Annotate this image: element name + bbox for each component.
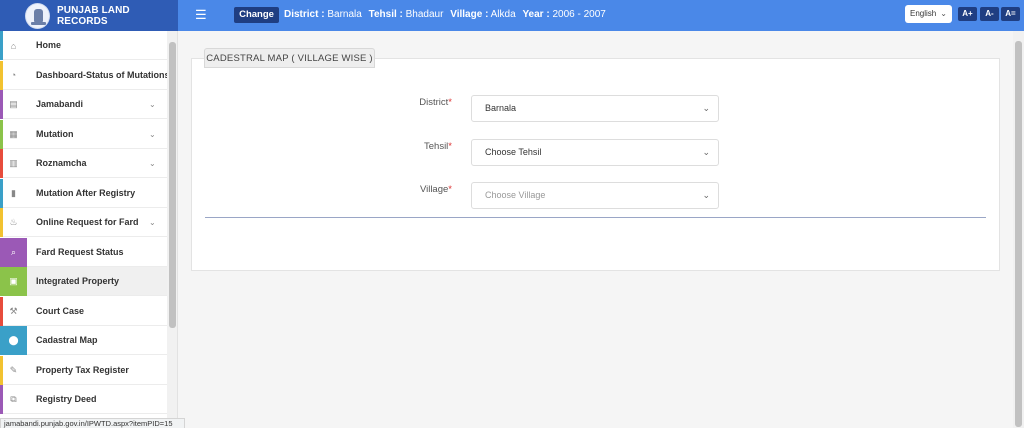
search-icon: ⌕ xyxy=(0,237,27,267)
village-select-value: Choose Village xyxy=(485,190,546,200)
chevron-down-icon: ⌄ xyxy=(702,103,710,113)
building-icon: ▮ xyxy=(11,187,16,198)
property-icon: ▣ xyxy=(0,267,27,296)
main-content xyxy=(178,31,1024,428)
status-bar-url: jamabandi.punjab.gov.in/IPWTD.aspx?itemP… xyxy=(0,418,185,428)
sidebar-item-home[interactable]: ⌂ Home xyxy=(0,31,167,60)
sidebar: ⌂ Home ◔ Dashboard-Status of Mutations ▤ Jama… xyxy=(0,31,178,428)
required-marker: * xyxy=(448,141,452,152)
sidebar-item-label: Cadastral Map xyxy=(36,335,98,345)
sidebar-item-jamabandi[interactable]: ▤ Jamabandi ⌄ xyxy=(0,90,167,119)
sidebar-item-label: Jamabandi xyxy=(36,99,84,109)
government-emblem-logo xyxy=(25,2,50,29)
chevron-down-icon: ⌄ xyxy=(702,190,710,200)
font-decrease-button[interactable]: A- xyxy=(980,7,999,21)
chevron-down-icon: ⌄ xyxy=(149,159,156,168)
sidebar-item-label: Registry Deed xyxy=(36,394,97,404)
fire-icon: ♨ xyxy=(9,217,18,227)
copy-icon: ⧉ xyxy=(10,394,17,404)
required-marker: * xyxy=(448,184,452,195)
sidebar-item-court-case[interactable]: ⚒ Court Case xyxy=(0,296,167,326)
sidebar-scrollbar[interactable] xyxy=(167,31,177,428)
card-icon: ▤ xyxy=(9,99,18,109)
village-field-label-text: Village xyxy=(419,184,449,195)
sidebar-scroll-thumb[interactable] xyxy=(169,42,176,328)
sidebar-item-integrated-property[interactable]: ▣ Integrated Property xyxy=(0,267,167,296)
tehsil-field-label: Tehsil* xyxy=(352,141,452,152)
book-icon: ▥ xyxy=(9,158,18,168)
sidebar-item-label: Mutation After Registry xyxy=(36,187,136,198)
home-icon: ⌂ xyxy=(10,40,17,51)
map-marker-icon: ⬤ xyxy=(0,326,27,355)
sidebar-item-online-request-for-fard[interactable]: ♨ Online Request for Fard ⌄ xyxy=(0,208,167,237)
top-header: PUNJAB LAND RECORDS ☰ Change District : … xyxy=(0,0,1024,31)
sidebar-item-label: Online Request for Fard xyxy=(36,217,139,227)
chevron-down-icon: ⌄ xyxy=(149,218,156,227)
tehsil-select[interactable]: Choose Tehsil ⌄ xyxy=(471,139,719,166)
menu-toggle-icon[interactable]: ☰ xyxy=(195,8,207,21)
form-divider xyxy=(205,217,986,218)
sidebar-item-label: Integrated Property xyxy=(36,276,120,286)
sidebar-item-label: Court Case xyxy=(36,305,85,316)
village-select[interactable]: Choose Village ⌄ xyxy=(471,182,719,209)
chevron-down-icon: ⌄ xyxy=(940,9,947,18)
village-value: Alkda xyxy=(490,9,516,20)
sidebar-item-label: Fard Request Status xyxy=(36,246,124,257)
village-field-label: Village* xyxy=(352,184,452,195)
sidebar-item-label: Property Tax Register xyxy=(36,364,129,375)
sidebar-item-mutation[interactable]: ▦ Mutation ⌄ xyxy=(0,119,167,149)
chevron-down-icon: ⌄ xyxy=(149,129,156,139)
page-scroll-thumb[interactable] xyxy=(1015,41,1022,427)
edit-icon: ✎ xyxy=(9,364,18,375)
language-value: English xyxy=(910,9,937,18)
district-select[interactable]: Barnala ⌄ xyxy=(471,95,719,122)
sidebar-item-registry-deed[interactable]: ⧉ Registry Deed xyxy=(0,385,167,414)
change-button[interactable]: Change xyxy=(234,7,279,23)
sidebar-item-mutation-after-registry[interactable]: ▮ Mutation After Registry xyxy=(0,178,167,208)
tehsil-field-label-text: Tehsil xyxy=(424,141,449,152)
location-breadcrumb: District : Barnala Tehsil : Bhadaur Vill… xyxy=(284,9,610,20)
page-scrollbar[interactable] xyxy=(1013,31,1024,428)
sidebar-item-label: Mutation xyxy=(36,128,74,139)
document-icon: ▦ xyxy=(9,128,18,139)
font-increase-button[interactable]: A+ xyxy=(958,7,977,21)
section-title: CADESTRAL MAP ( VILLAGE WISE ) xyxy=(204,48,375,68)
district-value: Barnala xyxy=(327,9,362,20)
year-value: 2006 - 2007 xyxy=(552,9,606,20)
chevron-down-icon: ⌄ xyxy=(702,147,710,157)
sidebar-item-fard-request-status[interactable]: ⌕ Fard Request Status xyxy=(0,237,167,267)
sidebar-item-property-tax-register[interactable]: ✎ Property Tax Register xyxy=(0,355,167,385)
dashboard-icon: ◔ xyxy=(10,70,17,80)
sidebar-item-label: Home xyxy=(36,40,62,50)
required-marker: * xyxy=(448,97,452,108)
tehsil-value: Bhadaur xyxy=(405,9,444,20)
tehsil-select-value: Choose Tehsil xyxy=(485,147,542,157)
chevron-down-icon: ⌄ xyxy=(149,100,156,109)
font-reset-button[interactable]: A= xyxy=(1001,7,1020,21)
tehsil-label: Tehsil : xyxy=(368,9,403,20)
sidebar-item-label: Roznamcha xyxy=(36,158,87,168)
district-label: District : xyxy=(284,9,325,20)
sidebar-item-label: Dashboard-Status of Mutations xyxy=(36,69,170,80)
village-label: Village : xyxy=(450,9,489,20)
gavel-icon: ⚒ xyxy=(9,305,18,316)
sidebar-item-roznamcha[interactable]: ▥ Roznamcha ⌄ xyxy=(0,149,167,178)
district-select-value: Barnala xyxy=(485,103,517,113)
brand-title: PUNJAB LAND RECORDS xyxy=(56,4,130,27)
district-field-label: District* xyxy=(352,97,452,108)
district-field-label-text: District xyxy=(419,97,449,108)
brand[interactable]: PUNJAB LAND RECORDS xyxy=(0,0,178,31)
sidebar-item-cadastral-map[interactable]: ⬤ Cadastral Map xyxy=(0,326,167,355)
language-select[interactable]: English ⌄ xyxy=(905,5,952,23)
year-label: Year : xyxy=(522,9,550,20)
sidebar-item-dashboard-status-of-mutations[interactable]: ◔ Dashboard-Status of Mutations xyxy=(0,60,170,90)
